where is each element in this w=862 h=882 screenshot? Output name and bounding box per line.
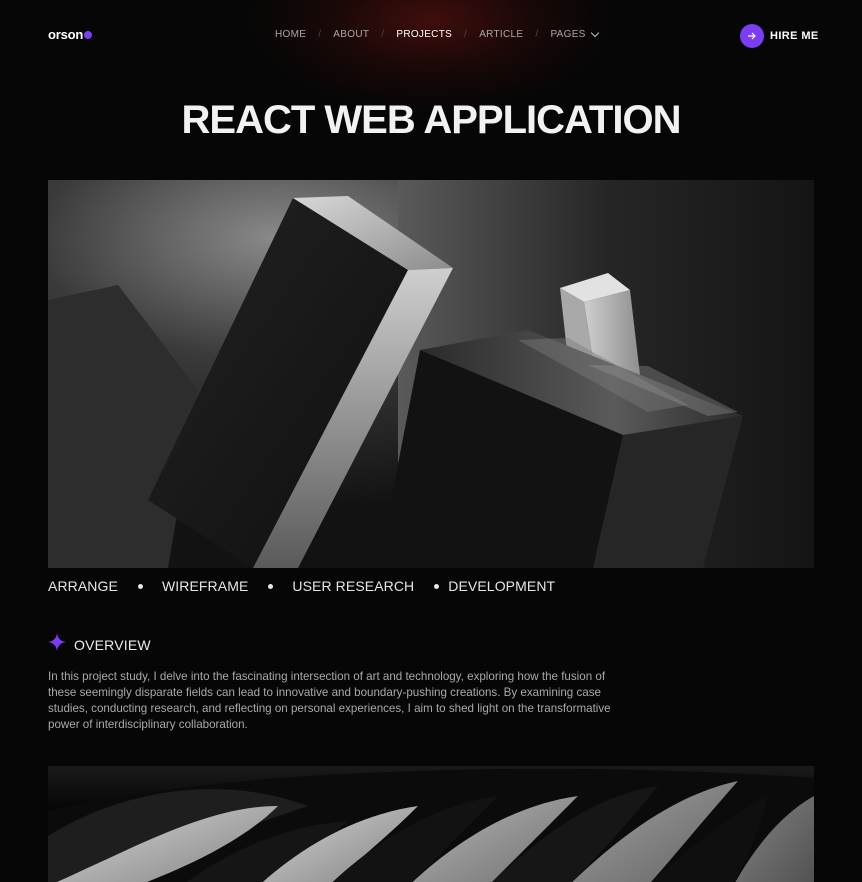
- nav-item-article[interactable]: ARTICLE: [479, 29, 523, 40]
- hire-me-label: HIRE ME: [770, 30, 819, 42]
- tag-development: DEVELOPMENT: [448, 578, 556, 594]
- tag-separator-dot: [434, 583, 440, 589]
- tag-separator-dot: [268, 583, 274, 589]
- overview-heading: OVERVIEW: [48, 633, 151, 656]
- arrow-right-icon: [740, 24, 764, 48]
- logo-text: orson: [48, 27, 84, 42]
- nav-item-projects[interactable]: PROJECTS: [396, 29, 452, 40]
- logo-dot-icon: [84, 31, 93, 39]
- page: orson HOME / ABOUT / PROJECTS / ARTICLE …: [0, 0, 862, 882]
- abstract-waves-image: [48, 766, 814, 882]
- nav-separator: /: [381, 29, 385, 40]
- tags-list: ARRANGE WIREFRAME USER RESEARCH DEVELOPM…: [48, 578, 555, 594]
- nav-item-pages-label: PAGES: [550, 29, 586, 40]
- nav-item-pages[interactable]: PAGES: [550, 28, 599, 40]
- overview-label: OVERVIEW: [74, 636, 151, 653]
- nav-separator: /: [464, 29, 468, 40]
- page-title: REACT WEB APPLICATION: [181, 98, 682, 142]
- tag-separator-dot: [137, 583, 143, 589]
- sparkle-icon: [48, 633, 66, 656]
- hire-me-button[interactable]: HIRE ME: [740, 24, 819, 48]
- main-nav: HOME / ABOUT / PROJECTS / ARTICLE / PAGE…: [275, 28, 599, 40]
- nav-separator: /: [318, 29, 322, 40]
- nav-item-about[interactable]: ABOUT: [333, 29, 369, 40]
- tag-user-research: USER RESEARCH: [292, 578, 415, 594]
- tag-wireframe: WIREFRAME: [161, 578, 249, 594]
- abstract-3d-blocks-image: [48, 180, 814, 568]
- tag-arrange: ARRANGE: [48, 578, 118, 594]
- header-glow: [250, 0, 610, 110]
- overview-text: In this project study, I delve into the …: [48, 670, 611, 731]
- nav-separator: /: [535, 29, 539, 40]
- chevron-down-icon: [590, 28, 599, 37]
- nav-item-home[interactable]: HOME: [275, 29, 306, 40]
- logo[interactable]: orson: [48, 27, 93, 42]
